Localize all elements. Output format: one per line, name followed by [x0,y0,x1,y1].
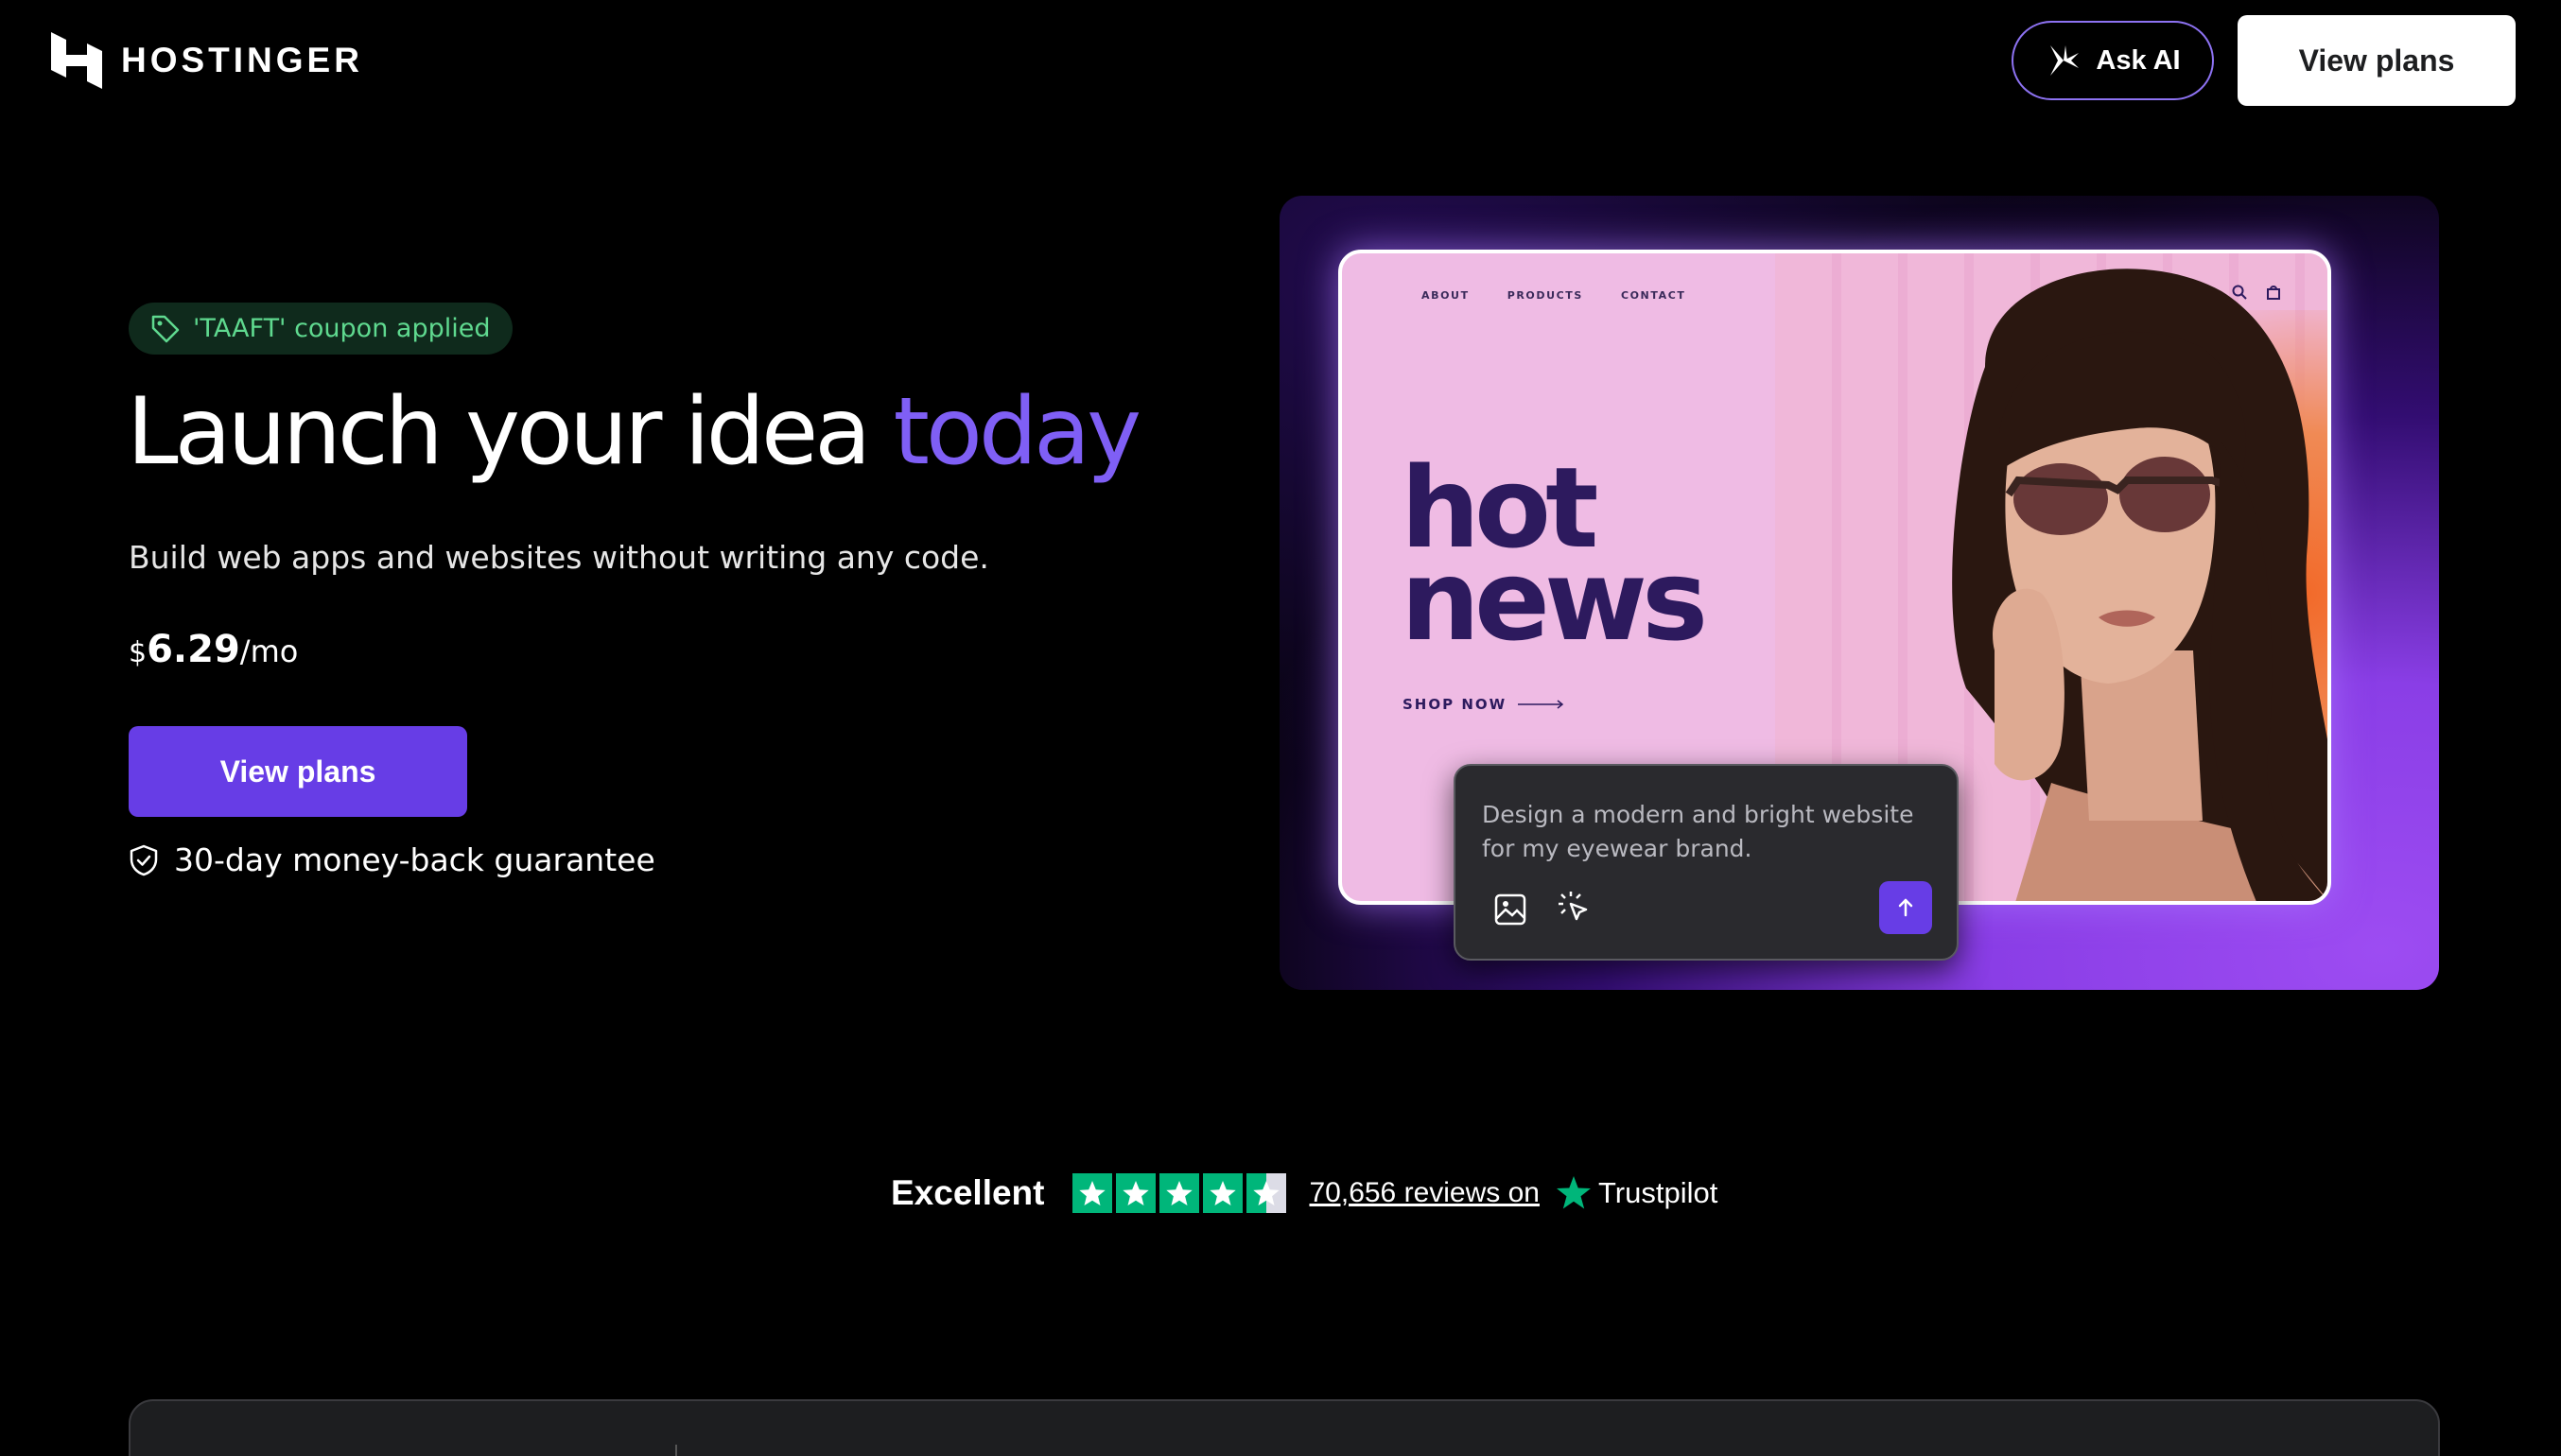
coupon-text: 'TAAFT' coupon applied [193,314,491,343]
preview-title-line2: news [1401,535,1708,666]
prompt-text: Design a modern and bright website for m… [1482,801,1914,862]
ask-ai-button[interactable]: Ask AI [2012,21,2214,100]
divider [675,1445,677,1456]
trustpilot-rating-word: Excellent [891,1173,1045,1212]
trustpilot-reviews-link[interactable]: 70,656 reviews on [1309,1177,1540,1209]
image-upload-icon[interactable] [1493,893,1527,927]
cursor-click-icon[interactable] [1558,891,1594,927]
arrow-right-icon [1518,700,1564,709]
hero-view-plans-button[interactable]: View plans [129,726,467,817]
tag-icon [151,315,180,342]
arrow-up-icon [1898,898,1913,917]
star-icon [1116,1173,1157,1213]
star-icon [1203,1173,1244,1213]
trustpilot-widget: Excellent 70,656 reviews on Trustpilot [891,1165,1717,1222]
preview-nav: ABOUT PRODUCTS CONTACT [1421,289,1686,302]
trustpilot-brand: Trustpilot [1597,1176,1718,1209]
hero-headline: Launch your idea today [127,378,1141,486]
price-period: /mo [239,633,299,669]
bottom-section-card [129,1399,2440,1456]
preview-shop-now: SHOP NOW [1402,696,1565,713]
star-icon [1159,1173,1200,1213]
send-button[interactable] [1879,881,1932,934]
brand-name: HOSTINGER [121,41,363,79]
preview-nav-products: PRODUCTS [1507,289,1583,302]
coupon-badge: 'TAAFT' coupon applied [129,303,514,355]
preview-nav-about: ABOUT [1421,289,1470,302]
shop-now-label: SHOP NOW [1402,696,1507,713]
price-currency: $ [129,636,148,669]
preview-nav-contact: CONTACT [1620,289,1686,302]
trustpilot-logo[interactable]: Trustpilot [1555,1174,1717,1212]
ai-prompt-box[interactable]: Design a modern and bright website for m… [1454,764,1959,961]
page: HOSTINGER Ask AI View plans 'TAAFT' coup… [0,0,2561,1456]
hero-subtitle: Build web apps and websites without writ… [129,539,989,576]
hostinger-logo[interactable]: HOSTINGER [51,32,363,89]
guarantee-text: 30-day money-back guarantee [174,841,655,878]
hostinger-logo-icon [51,32,102,89]
price-amount: 6.29 [147,628,240,671]
hero-preview: ABOUT PRODUCTS CONTACT hot news SHOP NOW… [1280,196,2439,990]
header-view-plans-button[interactable]: View plans [2238,15,2516,106]
money-back-guarantee: 30-day money-back guarantee [129,841,655,878]
shield-check-icon [130,844,158,875]
ask-ai-label: Ask AI [2096,44,2181,76]
preview-title: hot news [1401,452,1708,666]
headline-main: Launch your idea [127,378,894,486]
half-star-icon [1246,1173,1287,1213]
sparkle-icon [2050,45,2080,76]
headline-accent: today [893,378,1141,486]
trustpilot-star-icon [1556,1176,1591,1209]
price: $6.29/mo [129,628,298,671]
star-icon [1072,1173,1113,1213]
trustpilot-stars [1072,1173,1287,1213]
